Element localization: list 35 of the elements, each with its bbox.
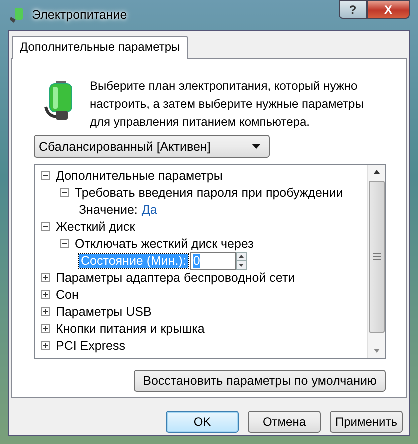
tree-item[interactable]: Параметры USB	[56, 304, 152, 318]
expand-icon[interactable]	[41, 290, 50, 299]
expand-icon[interactable]	[41, 307, 50, 316]
expand-icon[interactable]	[41, 341, 50, 350]
spinner-arrows-icon[interactable]	[236, 252, 248, 270]
setting-value-link[interactable]: Да	[142, 202, 158, 216]
restore-defaults-button[interactable]: Восстановить параметры по умолчанию	[134, 370, 386, 392]
expand-icon[interactable]	[41, 273, 50, 282]
collapse-icon[interactable]	[41, 222, 50, 231]
description-text: Выберите план электропитания, который нужно настроить, а затем выберите нужные параметры для управления питанием компьютера.	[90, 78, 365, 131]
tree-item[interactable]: Кнопки питания и крышка	[56, 322, 205, 336]
tree-item[interactable]: Отключать жесткий диск через	[75, 236, 254, 250]
tree-item[interactable]: PCI Express	[56, 338, 126, 352]
tree-item[interactable]: Жесткий диск	[56, 220, 136, 234]
setting-label: Значение:	[79, 202, 138, 216]
help-button[interactable]: ?	[339, 0, 367, 19]
dialog-button[interactable]: OK	[166, 411, 239, 433]
collapse-icon[interactable]	[41, 171, 50, 180]
tree-item[interactable]: Дополнительные параметры	[56, 168, 223, 182]
collapse-icon[interactable]	[60, 188, 69, 197]
tab[interactable]: Дополнительные параметры	[12, 36, 188, 59]
plan-dropdown[interactable]: Сбалансированный [Активен]	[34, 135, 270, 158]
battery-plug-icon	[10, 7, 26, 23]
close-button[interactable]: X	[367, 0, 410, 19]
window-title: Электропитание	[32, 8, 128, 22]
dropdown-arrow-icon	[252, 144, 261, 149]
grip-icon	[372, 253, 380, 261]
tree-item[interactable]: Параметры адаптера беспроводной сети	[56, 270, 296, 284]
expand-icon[interactable]	[41, 324, 50, 333]
dialog-button[interactable]: Отмена	[248, 411, 321, 433]
dialog-button[interactable]: Применить	[330, 411, 403, 433]
tree-item[interactable]: Сон	[56, 288, 79, 302]
tree-item[interactable]: Требовать введения пароля при пробуждении	[75, 186, 344, 200]
collapse-icon[interactable]	[60, 239, 69, 248]
scrollbar[interactable]	[367, 165, 385, 358]
